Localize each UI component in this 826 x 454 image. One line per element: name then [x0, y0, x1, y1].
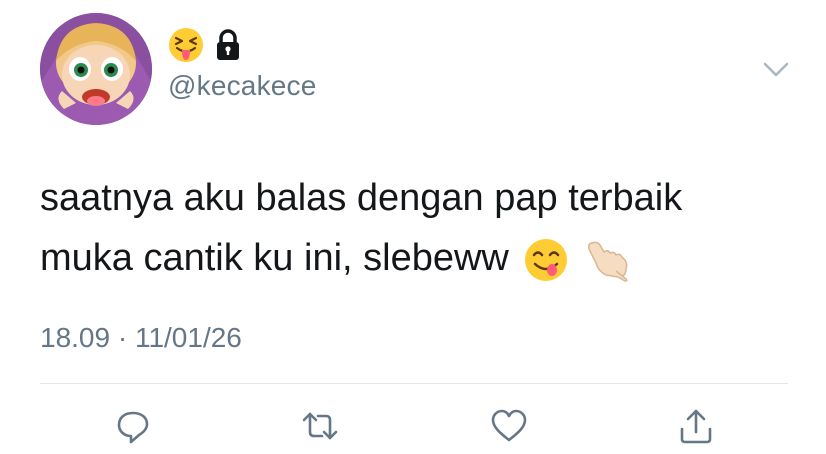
user-handle[interactable]: @kecakece: [168, 70, 317, 102]
reply-icon: [115, 408, 151, 449]
like-button[interactable]: [487, 406, 531, 450]
tweet-timestamp[interactable]: 18.09 · 11/01/26: [40, 322, 242, 354]
share-icon: [678, 407, 714, 450]
tweet-line-2: muka cantik ku ini, slebeww: [40, 228, 800, 288]
retweet-icon: [300, 408, 340, 449]
squinting-tongue-emoji-icon: [168, 27, 204, 63]
tweet-line-2-text: muka cantik ku ini, slebeww: [40, 237, 509, 279]
yum-face-emoji-icon: [523, 237, 569, 283]
avatar[interactable]: [40, 13, 152, 125]
share-button[interactable]: [674, 406, 718, 450]
reply-button[interactable]: [111, 406, 155, 450]
heart-icon: [490, 408, 528, 449]
retweet-button[interactable]: [298, 406, 342, 450]
action-bar: [0, 400, 826, 454]
call-me-hand-emoji-icon: [584, 237, 630, 283]
lock-icon: [214, 28, 242, 62]
tweet-text: saatnya aku balas dengan pap terbaik muk…: [40, 168, 800, 288]
tweet-line-1: saatnya aku balas dengan pap terbaik: [40, 177, 683, 219]
divider: [40, 383, 788, 384]
chevron-down-icon[interactable]: [761, 57, 791, 81]
display-name: [168, 28, 242, 62]
